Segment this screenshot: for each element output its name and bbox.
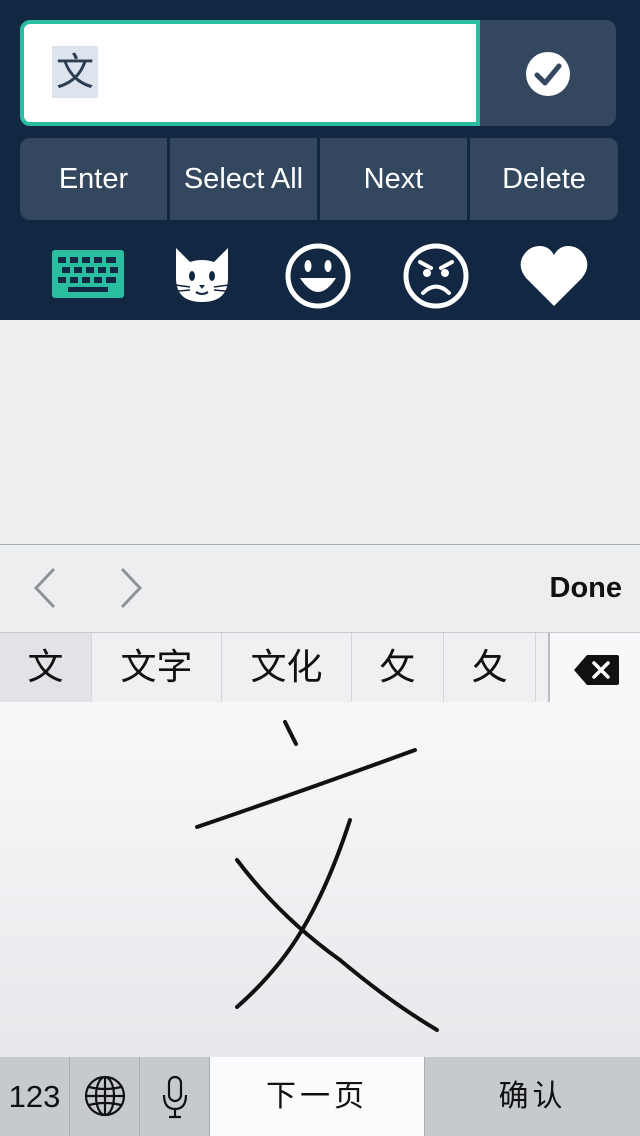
checkmark-circle-icon: [526, 52, 570, 96]
backspace-icon: [574, 655, 619, 685]
delete-button[interactable]: Delete: [470, 138, 618, 220]
done-button[interactable]: Done: [550, 545, 623, 632]
next-button[interactable]: Next: [320, 138, 467, 220]
microphone-key[interactable]: [140, 1057, 210, 1136]
top-panel: 文 Enter Select All Next Delete: [0, 0, 640, 320]
candidate-item[interactable]: 文: [0, 633, 92, 703]
chevron-left-icon[interactable]: [24, 565, 64, 611]
action-button-row: Enter Select All Next Delete: [20, 138, 618, 220]
numbers-key[interactable]: 123: [0, 1057, 70, 1136]
angry-face-icon[interactable]: [396, 236, 476, 316]
candidate-item[interactable]: 文字: [92, 633, 222, 703]
candidate-item[interactable]: 文化: [222, 633, 352, 703]
keyboard-bottom-row: 123 下一页 确认: [0, 1057, 640, 1136]
handwriting-canvas[interactable]: [0, 702, 640, 1057]
globe-key[interactable]: [70, 1057, 140, 1136]
enter-button[interactable]: Enter: [20, 138, 167, 220]
text-input-field[interactable]: 文: [20, 20, 480, 126]
smile-face-icon[interactable]: [278, 236, 358, 316]
select-all-button[interactable]: Select All: [170, 138, 317, 220]
content-area: [0, 320, 640, 544]
microphone-icon: [162, 1075, 188, 1119]
candidate-item[interactable]: 夂: [444, 633, 536, 703]
input-text: 文: [52, 46, 99, 98]
globe-icon: [84, 1075, 126, 1117]
keyboard-toolbar: Done: [0, 545, 640, 632]
chevron-right-icon[interactable]: [112, 565, 152, 611]
candidate-item[interactable]: 攵: [352, 633, 444, 703]
handwriting-stroke: [195, 720, 439, 1032]
cat-face-icon[interactable]: [162, 236, 242, 316]
backspace-button[interactable]: [550, 633, 640, 703]
keyboard-icon[interactable]: [48, 236, 128, 316]
confirm-key[interactable]: 确认: [425, 1057, 640, 1136]
heart-icon[interactable]: [514, 236, 594, 316]
icon-tab-row: [0, 236, 640, 316]
confirm-button[interactable]: [480, 20, 616, 126]
next-page-key[interactable]: 下一页: [210, 1057, 425, 1136]
candidate-bar: 文 文字 文化 攵 夂: [0, 632, 640, 703]
